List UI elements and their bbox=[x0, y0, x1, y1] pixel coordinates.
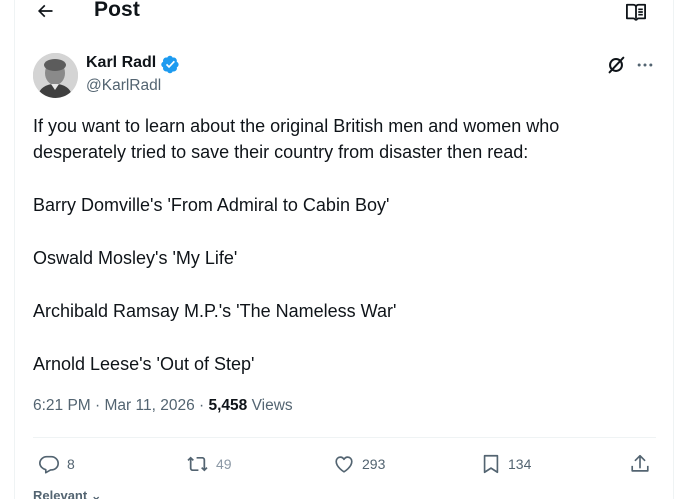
tweet-text-line: Archibald Ramsay M.P.'s 'The Nameless Wa… bbox=[33, 301, 397, 321]
tweet-text-line: desperately tried to save their country … bbox=[33, 142, 529, 162]
tweet-text-line: Oswald Mosley's 'My Life' bbox=[33, 248, 238, 268]
post-page: Post Karl Radl @KarlRadl If you want to … bbox=[0, 0, 679, 499]
more-icon bbox=[637, 63, 653, 67]
more-options-button[interactable] bbox=[633, 53, 657, 77]
post-header: Post bbox=[0, 0, 679, 28]
reader-mode-button[interactable] bbox=[622, 0, 650, 26]
bookmark-icon bbox=[483, 454, 499, 474]
meta-separator: · bbox=[90, 397, 105, 414]
views-count: 5,458 bbox=[208, 397, 248, 414]
grok-button[interactable] bbox=[604, 53, 628, 77]
repost-count: 49 bbox=[216, 456, 232, 472]
tweet-text-line: Barry Domville's 'From Admiral to Cabin … bbox=[33, 195, 390, 215]
reader-mode-icon bbox=[626, 3, 646, 21]
author-name[interactable]: Karl Radl bbox=[86, 54, 156, 72]
reply-sort-toggle[interactable]: Relevant ⌄ bbox=[33, 488, 102, 499]
repost-icon bbox=[187, 456, 208, 472]
back-button[interactable] bbox=[30, 0, 60, 26]
verified-badge-icon bbox=[161, 55, 180, 74]
repost-button[interactable]: 49 bbox=[186, 452, 232, 476]
grok-icon bbox=[608, 56, 625, 74]
arrow-left-icon bbox=[37, 4, 53, 18]
tweet-text-line: If you want to learn about the original … bbox=[33, 116, 560, 136]
heart-icon bbox=[335, 456, 353, 473]
post-time[interactable]: 6:21 PM bbox=[33, 397, 91, 414]
like-button[interactable]: 293 bbox=[333, 452, 385, 476]
post-date[interactable]: Mar 11, 2026 bbox=[105, 397, 195, 414]
share-icon bbox=[631, 454, 649, 472]
bookmark-count: 134 bbox=[508, 456, 532, 472]
author-handle[interactable]: @KarlRadl bbox=[86, 77, 161, 95]
reply-icon bbox=[39, 455, 59, 474]
avatar-image bbox=[33, 53, 78, 98]
bookmark-button[interactable]: 134 bbox=[481, 452, 531, 476]
like-count: 293 bbox=[362, 456, 386, 472]
divider bbox=[33, 437, 656, 438]
page-title: Post bbox=[94, 0, 140, 21]
avatar[interactable] bbox=[33, 53, 78, 98]
tweet-text-line: Arnold Leese's 'Out of Step' bbox=[33, 354, 255, 374]
reply-count: 8 bbox=[67, 456, 75, 472]
reply-button[interactable]: 8 bbox=[38, 452, 75, 476]
share-button[interactable] bbox=[629, 452, 651, 476]
post-meta: 6:21 PM · Mar 11, 2026 · 5,458 Views bbox=[33, 397, 293, 415]
meta-separator: · bbox=[194, 397, 209, 414]
views-label: Views bbox=[247, 397, 293, 414]
